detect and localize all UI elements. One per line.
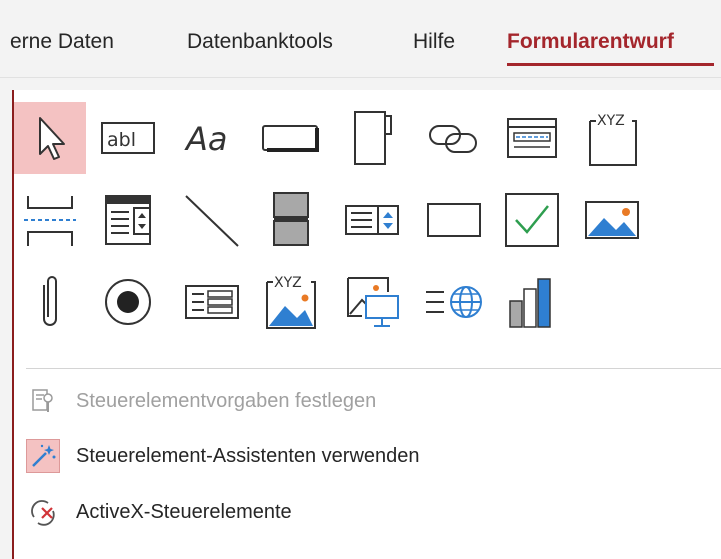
label-icon-text: Aa [184, 120, 228, 158]
control-defaults-icon [26, 384, 60, 418]
bound-object-frame-icon: XYZ [266, 275, 316, 329]
image-control-tool[interactable] [336, 266, 408, 338]
image-control-icon [347, 277, 399, 327]
subform-tool[interactable] [176, 266, 248, 338]
insert-web-tool[interactable] [418, 266, 490, 338]
page-break-tool[interactable] [14, 184, 86, 256]
select-pointer-tool[interactable] [14, 102, 86, 174]
activex-icon [26, 495, 60, 529]
bound-object-frame-tool[interactable]: XYZ [255, 266, 327, 338]
combo-box-tool[interactable] [92, 184, 164, 256]
label-icon: Aa [184, 120, 228, 158]
image-icon [585, 201, 639, 239]
page-break-icon [24, 196, 76, 246]
button-tool[interactable] [255, 102, 327, 174]
tab-form-design[interactable]: Formularentwurf [507, 30, 674, 54]
option-button-tool[interactable] [92, 266, 164, 338]
navigation-control-icon: XYZ [589, 113, 637, 166]
magic-wand-icon [26, 439, 60, 473]
textbox-icon: abl [101, 122, 155, 154]
web-browser-icon [507, 118, 557, 158]
navigation-control-tool[interactable]: XYZ [576, 102, 648, 174]
textbox-tool[interactable]: abl [92, 102, 164, 174]
tab-control-tool[interactable] [336, 102, 408, 174]
line-icon [185, 195, 239, 247]
button-icon [262, 125, 319, 152]
combo-box-icon [105, 195, 151, 245]
control-wizards-menu-item[interactable]: Steuerelement-Assistenten verwenden [26, 436, 420, 476]
activex-controls-label: ActiveX-Steuerelemente [76, 500, 292, 523]
panel-top-strip [0, 78, 721, 90]
ribbon-tab-row: erne Daten Datenbanktools Hilfe Formular… [0, 0, 721, 78]
line-tool[interactable] [176, 184, 248, 256]
attachment-icon [43, 276, 57, 326]
control-wizards-label: Steuerelement-Assistenten verwenden [76, 444, 420, 467]
hyperlink-tool[interactable] [418, 102, 490, 174]
chart-tool[interactable] [496, 266, 568, 338]
toggle-button-icon [273, 192, 309, 246]
list-box-icon [345, 205, 399, 235]
list-box-tool[interactable] [336, 184, 408, 256]
web-browser-tool[interactable] [496, 102, 568, 174]
select-pointer-icon [39, 117, 65, 160]
rectangle-tool[interactable] [418, 184, 490, 256]
tab-external-data[interactable]: erne Daten [10, 30, 114, 54]
activex-controls-menu-item[interactable]: ActiveX-Steuerelemente [26, 492, 292, 532]
toggle-button-tool[interactable] [255, 184, 327, 256]
chart-icon [509, 278, 551, 328]
tab-help[interactable]: Hilfe [413, 30, 455, 54]
menu-divider [26, 368, 721, 369]
tab-control-icon [354, 111, 392, 165]
insert-web-icon [426, 286, 482, 318]
checkbox-icon [505, 193, 559, 247]
option-button-icon [105, 279, 151, 325]
checkbox-tool[interactable] [496, 184, 568, 256]
image-tool[interactable] [576, 184, 648, 256]
subform-icon [185, 285, 239, 319]
hyperlink-icon [429, 125, 477, 153]
navigation-control-icon-text: XYZ [597, 113, 625, 129]
tab-database-tools[interactable]: Datenbanktools [187, 30, 333, 54]
control-defaults-label: Steuerelementvorgaben festlegen [76, 389, 377, 412]
control-defaults-menu-item: Steuerelementvorgaben festlegen [26, 381, 376, 421]
active-tab-underline [507, 63, 714, 66]
bound-object-frame-icon-text: XYZ [274, 275, 302, 291]
textbox-icon-text: abl [107, 129, 136, 151]
label-tool[interactable]: Aa [176, 102, 248, 174]
rectangle-icon [427, 203, 481, 237]
attachment-tool[interactable] [14, 266, 86, 338]
